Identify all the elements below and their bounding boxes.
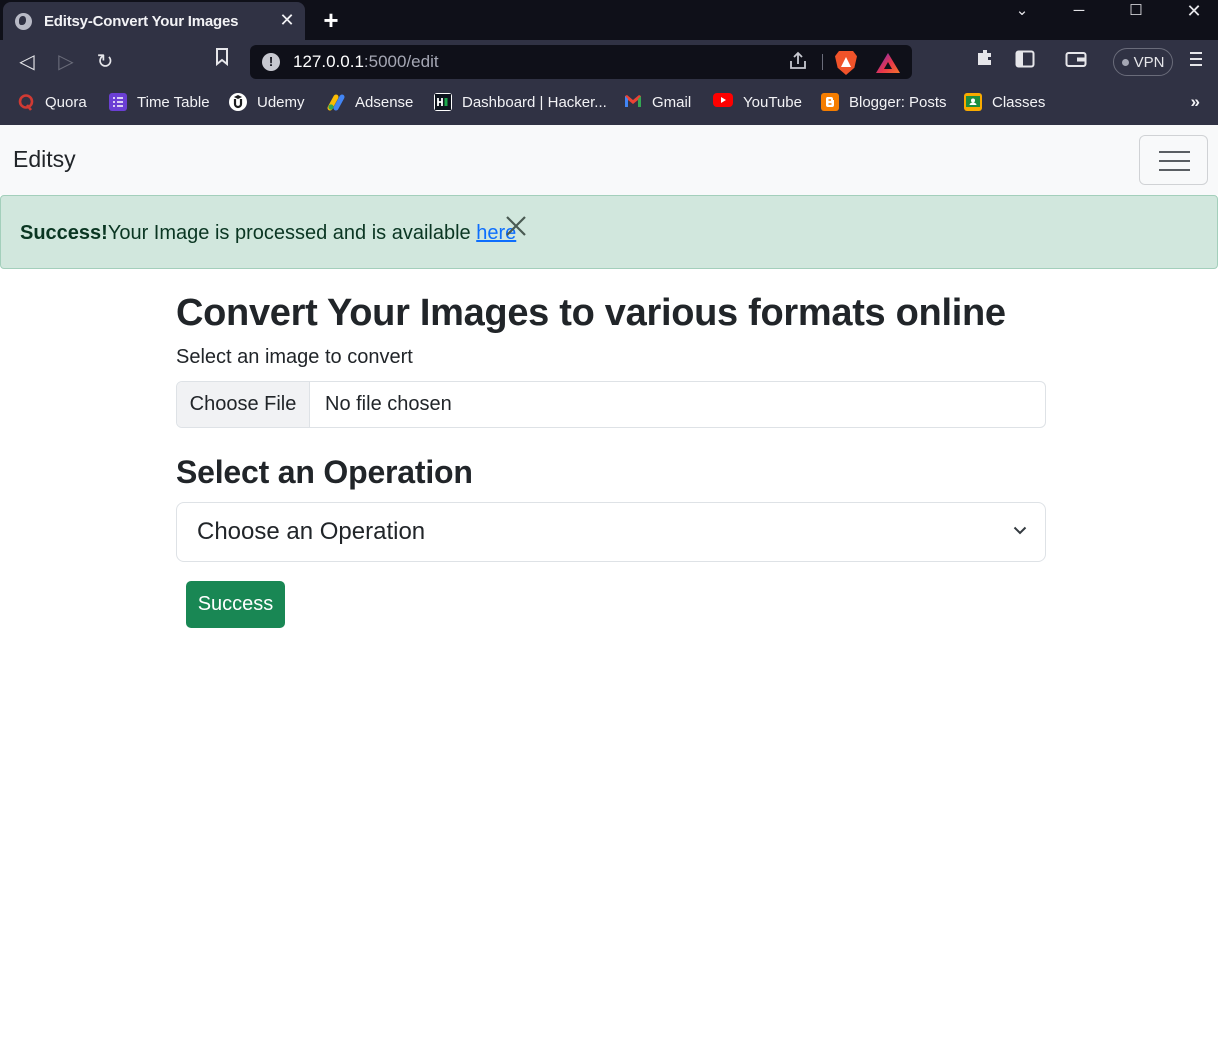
navbar-toggle-button[interactable]: [1139, 135, 1208, 185]
alert-strong: Success!: [20, 222, 108, 244]
chevron-down-icon: [1013, 526, 1027, 535]
bookmark-item[interactable]: Adsense: [327, 92, 413, 112]
url-text: 127.0.0.1:5000/edit: [293, 52, 439, 71]
site-info-icon[interactable]: !: [262, 53, 280, 71]
close-window-button[interactable]: ✕: [1174, 0, 1214, 22]
bookmarks-overflow-button[interactable]: »: [1191, 92, 1200, 112]
submit-button[interactable]: Success: [186, 581, 285, 628]
extensions-icon[interactable]: [971, 48, 999, 76]
reload-icon[interactable]: ↻: [91, 48, 119, 76]
converter-form: Convert Your Images to various formats o…: [176, 290, 1046, 562]
hackerrank-icon: [434, 93, 452, 111]
timetable-icon: [109, 93, 127, 111]
close-icon[interactable]: [502, 214, 530, 242]
operation-heading: Select an Operation: [176, 454, 473, 490]
gmail-icon: [624, 93, 642, 111]
wallet-icon[interactable]: [1062, 48, 1090, 76]
bookmark-item[interactable]: Udemy: [229, 92, 305, 112]
vpn-button[interactable]: VPN: [1113, 48, 1173, 76]
bookmark-item[interactable]: Quora: [17, 92, 87, 112]
brave-shields-icon[interactable]: [835, 51, 857, 75]
bookmark-item[interactable]: Classes: [964, 92, 1045, 112]
navbar-brand[interactable]: Editsy: [13, 146, 76, 173]
bookmark-item[interactable]: Gmail: [624, 92, 691, 112]
youtube-icon: [713, 93, 733, 111]
bookmark-item[interactable]: Time Table: [109, 92, 210, 112]
udemy-icon: [229, 93, 247, 111]
browser-tab-active[interactable]: Editsy-Convert Your Images ✕: [3, 2, 305, 40]
operation-select-value: Choose an Operation: [197, 518, 426, 545]
share-icon[interactable]: [786, 51, 810, 73]
new-tab-button[interactable]: +: [318, 6, 344, 34]
alert-message: Success!Your Image is processed and is a…: [20, 222, 517, 244]
navbar: Editsy: [0, 125, 1218, 195]
quora-icon: [17, 93, 35, 111]
file-status-text: No file chosen: [325, 393, 452, 415]
tab-title: Editsy-Convert Your Images: [44, 12, 239, 30]
back-icon[interactable]: ◁: [13, 48, 41, 76]
brave-rewards-icon[interactable]: [876, 53, 900, 73]
bookmark-icon[interactable]: [208, 48, 236, 76]
menu-icon[interactable]: [1182, 48, 1210, 76]
bookmarks-bar: Quora Time Table Udemy Adsense Dashboard…: [0, 84, 1218, 125]
maximize-button[interactable]: ☐: [1116, 0, 1156, 22]
bookmark-item[interactable]: Dashboard | Hacker...: [434, 92, 607, 112]
hamburger-icon: [1159, 151, 1190, 153]
tab-search-icon[interactable]: ⌄: [1002, 0, 1042, 22]
page-title: Convert Your Images to various formats o…: [176, 292, 1006, 334]
file-input-label: Select an image to convert: [176, 346, 413, 368]
sidebar-icon[interactable]: [1011, 48, 1039, 76]
choose-file-button[interactable]: Choose File: [177, 382, 310, 427]
address-bar-divider: [822, 54, 823, 70]
bookmark-item[interactable]: Blogger: Posts: [821, 92, 947, 112]
blogger-icon: [821, 93, 839, 111]
tab-close-icon[interactable]: ✕: [277, 10, 297, 30]
address-bar[interactable]: ! 127.0.0.1:5000/edit: [250, 45, 912, 79]
minimize-button[interactable]: ─: [1059, 0, 1099, 22]
success-alert: Success!Your Image is processed and is a…: [0, 195, 1218, 269]
operation-select[interactable]: Choose an Operation: [176, 502, 1046, 562]
file-input[interactable]: Choose File No file chosen: [176, 381, 1046, 428]
forward-icon[interactable]: ▷: [52, 48, 80, 76]
vpn-status-dot: [1121, 58, 1129, 66]
bookmark-item[interactable]: YouTube: [713, 92, 802, 112]
browser-toolbar: ◁ ▷ ↻ ! 127.0.0.1:5000/edit VPN: [0, 40, 1218, 84]
globe-icon: [15, 12, 32, 30]
browser-tabstrip: Editsy-Convert Your Images ✕ + ⌄ ─ ☐ ✕: [0, 0, 1218, 40]
classroom-icon: [964, 93, 982, 111]
adsense-icon: [327, 93, 345, 111]
